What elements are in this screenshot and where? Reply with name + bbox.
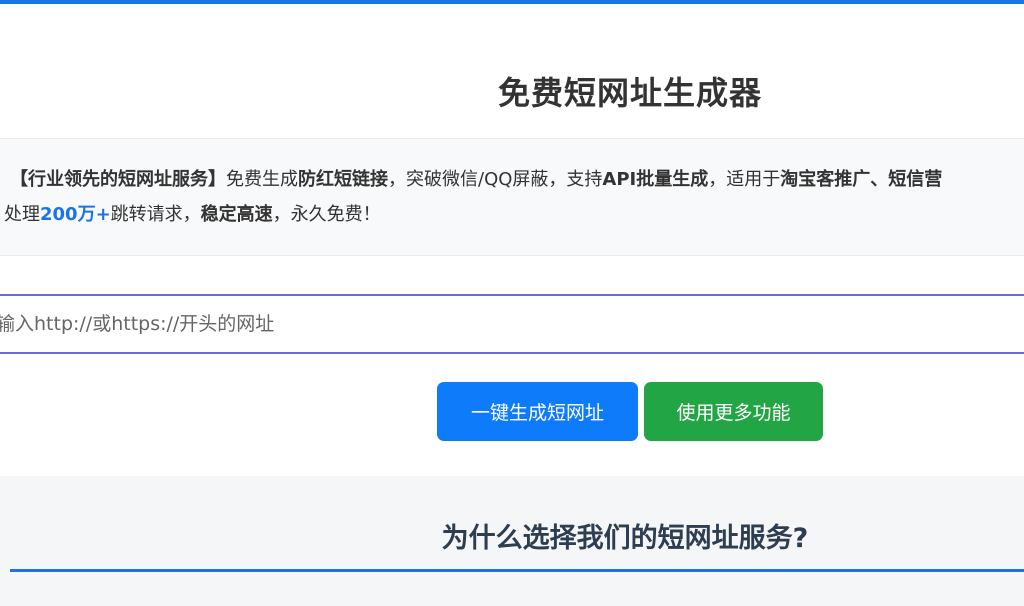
more-features-button[interactable]: 使用更多功能 (644, 382, 823, 441)
intro-panel: 【行业领先的短网址服务】免费生成防红短链接，突破微信/QQ屏蔽，支持API批量生… (0, 138, 1024, 256)
intro-line-1: 【行业领先的短网址服务】免费生成防红短链接，突破微信/QQ屏蔽，支持API批量生… (10, 167, 942, 193)
intro-text: ，适用于 (708, 169, 781, 190)
intro-stat: 200万+ (40, 204, 111, 225)
intro-text: ，突破微信/QQ屏蔽，支持 (388, 169, 603, 190)
features-divider (10, 569, 1024, 572)
generate-short-url-button[interactable]: 一键生成短网址 (437, 382, 638, 441)
intro-text: 跳转请求， (110, 204, 201, 225)
intro-text: 免费生成 (226, 169, 298, 190)
top-accent-bar (0, 0, 1024, 4)
intro-highlight: 稳定高速 (200, 204, 273, 225)
features-title: 为什么选择我们的短网址服务? (441, 523, 809, 554)
intro-tagline: 【行业领先的短网址服务】 (10, 169, 226, 190)
intro-text: ，永久免费！ (272, 204, 381, 225)
page-title: 免费短网址生成器 (497, 74, 762, 112)
intro-highlight: 防红短链接 (298, 169, 388, 190)
intro-text: 处理 (4, 204, 40, 225)
intro-highlight: API批量生成 (602, 169, 709, 190)
url-input[interactable] (0, 294, 1024, 354)
features-section: 为什么选择我们的短网址服务? (0, 476, 1024, 606)
intro-highlight: 淘宝客推广、短信营 (780, 169, 943, 190)
intro-line-2: 处理200万+跳转请求，稳定高速，永久免费！ (4, 202, 381, 228)
